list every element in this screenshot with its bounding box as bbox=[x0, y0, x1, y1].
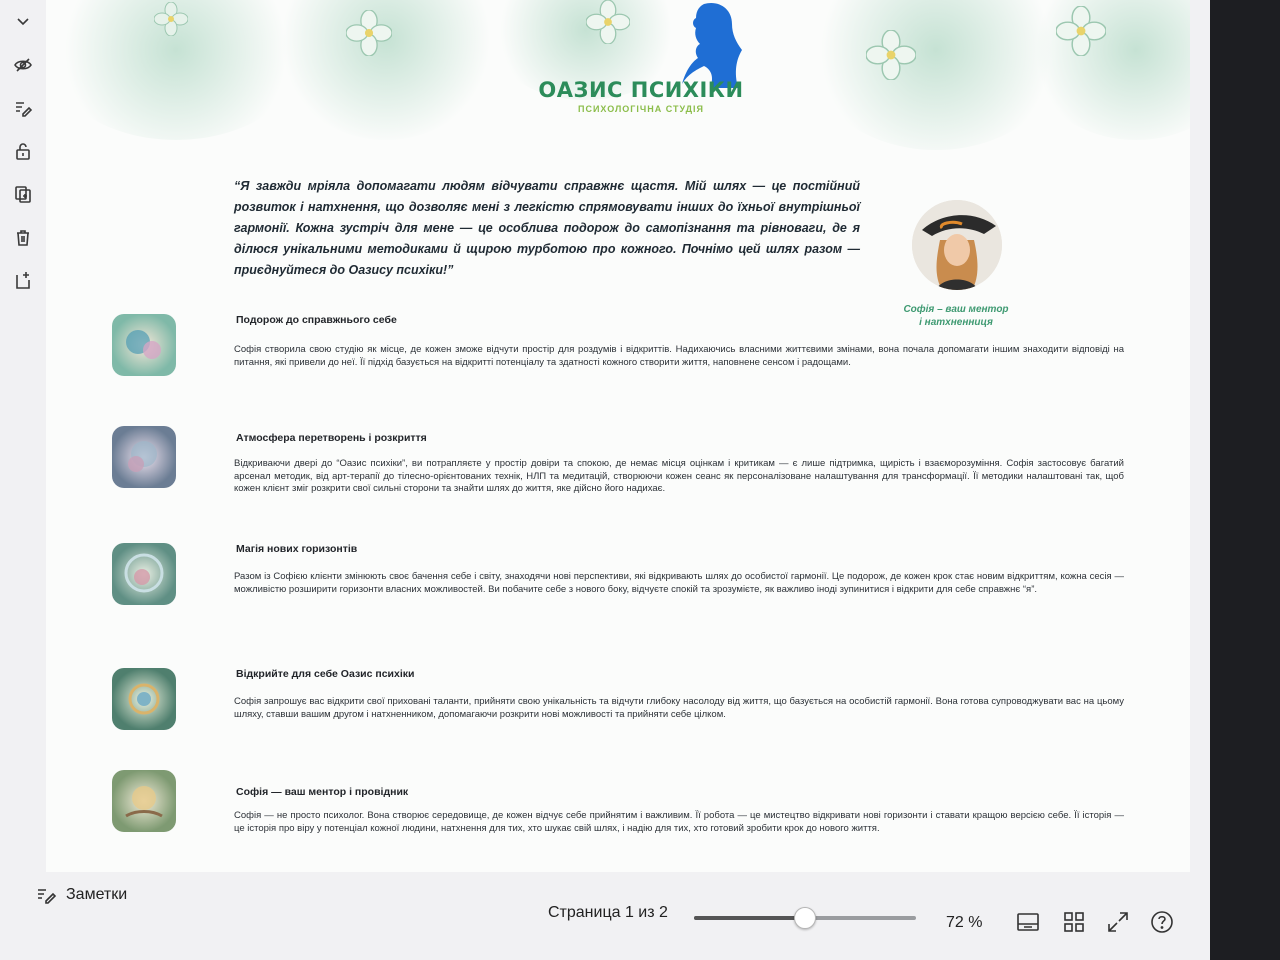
portrait-caption-line: і натхненниця bbox=[919, 317, 993, 328]
section-illustration bbox=[112, 426, 176, 488]
edit-text-icon[interactable] bbox=[7, 92, 39, 124]
section-text: Відкриваючи двері до “Оазис психіки”, ви… bbox=[234, 458, 1124, 494]
section-title: Відкрийте для себе Оазис психіки bbox=[236, 668, 415, 680]
grid-view-icon[interactable] bbox=[1062, 910, 1086, 934]
section-illustration bbox=[112, 770, 176, 832]
portrait-caption-line: Софія – ваш ментор bbox=[903, 304, 1009, 315]
zoom-slider[interactable] bbox=[694, 907, 916, 929]
zoom-level: 72 % bbox=[946, 914, 983, 931]
status-bar: Заметки Страница 1 из 2 72 % bbox=[0, 872, 1210, 960]
section-text: Софія створила свою студію як місце, де … bbox=[234, 344, 1124, 368]
zoom-slider-handle[interactable] bbox=[794, 907, 816, 929]
logo-subtitle: ПСИХОЛОГІЧНА СТУДІЯ bbox=[577, 104, 705, 114]
section-title: Магія нових горизонтів bbox=[236, 543, 358, 555]
duplicate-page-icon[interactable] bbox=[7, 178, 39, 210]
flower-icon bbox=[346, 10, 392, 56]
right-gutter bbox=[1190, 0, 1212, 960]
page-indicator: Страница 1 из 2 bbox=[548, 904, 668, 921]
founder-portrait bbox=[912, 200, 1002, 290]
add-page-icon[interactable] bbox=[7, 264, 39, 296]
flower-icon bbox=[866, 30, 916, 80]
notes-button[interactable]: Заметки bbox=[36, 886, 127, 904]
document-page: ОАЗИС ПСИХІКИ ПСИХОЛОГІЧНА СТУДІЯ “Я зав… bbox=[46, 0, 1210, 872]
section-title: Софія — ваш ментор і провідник bbox=[236, 786, 409, 798]
trash-icon[interactable] bbox=[7, 221, 39, 253]
fullscreen-icon[interactable] bbox=[1106, 910, 1130, 934]
section-text: Софія запрошує вас відкрити свої прихова… bbox=[234, 696, 1124, 720]
eye-off-icon[interactable] bbox=[7, 49, 39, 81]
floral-decoration bbox=[806, 0, 1066, 150]
section-text: Разом із Софією клієнти змінюють своє ба… bbox=[234, 571, 1124, 595]
notes-icon bbox=[38, 889, 57, 904]
floral-decoration bbox=[1026, 0, 1210, 140]
flower-icon bbox=[154, 2, 188, 36]
section-illustration bbox=[112, 668, 176, 730]
notes-label: Заметки bbox=[66, 886, 128, 903]
unlock-icon[interactable] bbox=[7, 135, 39, 167]
portrait-caption: Софія – ваш ментор і натхненниця bbox=[886, 303, 1026, 329]
section-title: Подорож до справжнього себе bbox=[236, 314, 397, 326]
section-title: Атмосфера перетворень і розкриття bbox=[236, 432, 427, 444]
help-icon[interactable] bbox=[1150, 910, 1174, 934]
logo-title: ОАЗИС ПСИХІКИ bbox=[538, 78, 744, 102]
section-text: Софія — не просто психолог. Вона створює… bbox=[234, 810, 1124, 834]
screen-bezel bbox=[1210, 0, 1280, 960]
section-illustration bbox=[112, 543, 176, 605]
chevron-down-icon[interactable] bbox=[7, 6, 39, 38]
desktop-view-icon[interactable] bbox=[1016, 910, 1040, 934]
flower-icon bbox=[1056, 6, 1106, 56]
founder-quote: “Я завжди мріяла допомагати людям відчув… bbox=[234, 179, 860, 277]
section-illustration bbox=[112, 314, 176, 376]
left-toolbar bbox=[0, 0, 46, 880]
studio-logo: ОАЗИС ПСИХІКИ ПСИХОЛОГІЧНА СТУДІЯ bbox=[526, 0, 756, 120]
zoom-slider-fill bbox=[694, 916, 805, 920]
